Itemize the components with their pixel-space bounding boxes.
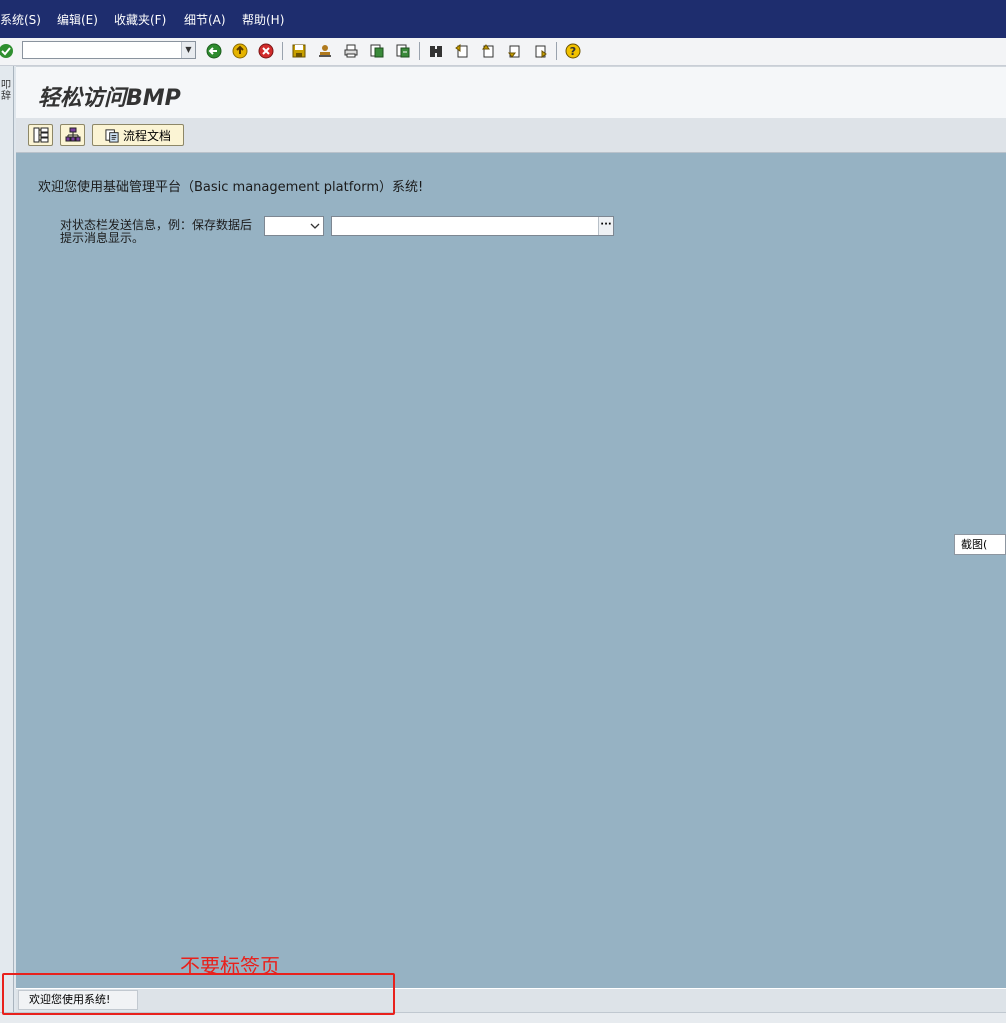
- help-icon[interactable]: ?: [563, 41, 583, 61]
- previous-page-icon[interactable]: [478, 41, 498, 61]
- last-page-icon[interactable]: [530, 41, 550, 61]
- command-dropdown-icon[interactable]: ▼: [181, 42, 195, 58]
- more-options-button[interactable]: ···: [598, 217, 613, 235]
- cancel-icon[interactable]: [256, 41, 276, 61]
- command-field[interactable]: ▼: [22, 41, 196, 59]
- toolbar-separator: [419, 42, 420, 60]
- message-text-field[interactable]: ···: [331, 216, 614, 236]
- first-page-icon[interactable]: [452, 41, 472, 61]
- print-icon[interactable]: [341, 41, 361, 61]
- menu-edit[interactable]: 编辑(E): [57, 11, 98, 28]
- title-area: 轻松访问BMP: [16, 66, 1006, 118]
- process-doc-label: 流程文档: [122, 128, 171, 143]
- find-next-icon[interactable]: [393, 41, 413, 61]
- message-text-input[interactable]: [332, 217, 604, 235]
- exit-icon[interactable]: [230, 41, 250, 61]
- user-stamp-icon[interactable]: [315, 41, 335, 61]
- message-type-select[interactable]: [264, 216, 324, 236]
- application-toolbar: 流程文档: [16, 118, 1006, 153]
- screenshot-tooltip: 截图(: [954, 534, 1006, 555]
- status-message-label: 对状态栏发送信息，例：保存数据后提示消息显示。: [60, 218, 253, 245]
- toolbar-separator: [556, 42, 557, 60]
- tree-structure-button[interactable]: [28, 124, 53, 146]
- back-icon[interactable]: [204, 41, 224, 61]
- menu-bar: 系统(S) 编辑(E) 收藏夹(F) 细节(A) 帮助(H): [0, 0, 1006, 38]
- welcome-text: 欢迎您使用基础管理平台（Basic management platform）系统…: [38, 180, 424, 195]
- menu-details[interactable]: 细节(A): [184, 11, 226, 28]
- left-side-strip: 叩辞: [0, 66, 14, 1022]
- standard-toolbar: ▼ ?: [0, 38, 1006, 66]
- menu-help[interactable]: 帮助(H): [242, 11, 284, 28]
- left-strip-text: 叩辞: [1, 80, 11, 102]
- org-structure-icon: [65, 127, 80, 142]
- next-page-icon[interactable]: [504, 41, 524, 61]
- org-structure-button[interactable]: [60, 124, 85, 146]
- binoculars-icon[interactable]: [426, 41, 446, 61]
- find-icon[interactable]: [367, 41, 387, 61]
- enter-check-icon[interactable]: [0, 41, 16, 61]
- svg-text:?: ?: [570, 45, 576, 58]
- command-input[interactable]: [23, 42, 189, 58]
- menu-favorites[interactable]: 收藏夹(F): [114, 11, 166, 28]
- document-icon: [105, 128, 119, 143]
- process-doc-button[interactable]: 流程文档: [92, 124, 184, 146]
- page-title: 轻松访问BMP: [38, 86, 181, 111]
- tree-structure-icon: [33, 127, 48, 143]
- annotation-text: 不要标签页: [180, 954, 280, 978]
- main-content-area: 欢迎您使用基础管理平台（Basic management platform）系统…: [16, 153, 1006, 988]
- chevron-down-icon[interactable]: [310, 219, 320, 233]
- annotation-highlight-box: [2, 973, 395, 1015]
- toolbar-separator: [282, 42, 283, 60]
- menu-system[interactable]: 系统(S): [0, 11, 41, 28]
- save-icon[interactable]: [289, 41, 309, 61]
